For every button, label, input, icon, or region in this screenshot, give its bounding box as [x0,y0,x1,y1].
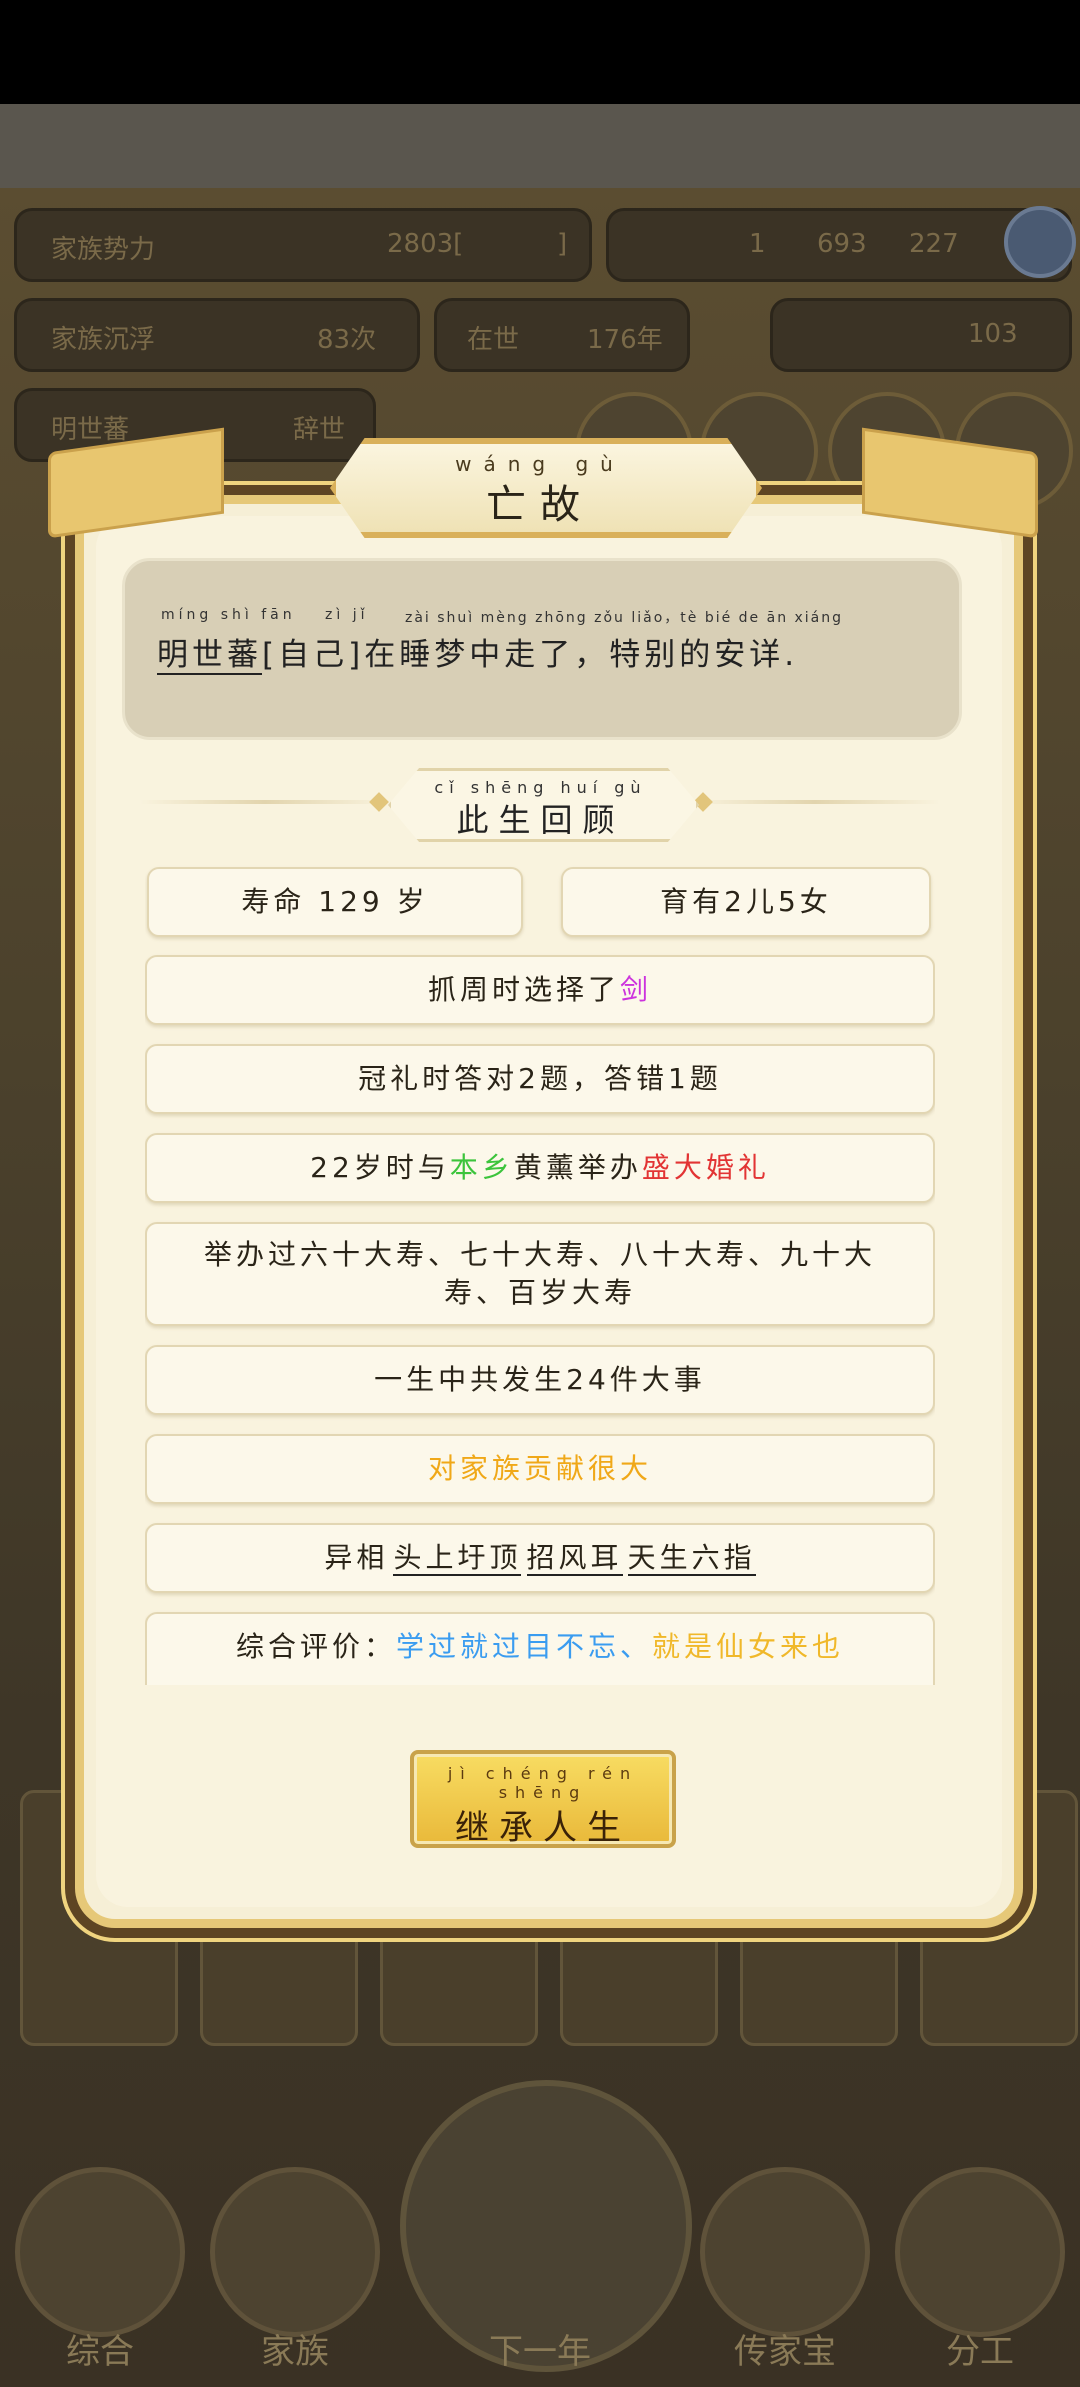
section-pinyin: cǐ shēng huí gù [434,778,647,797]
marriage-partner: 黄薰举办 [513,1151,642,1184]
family-power-value: 2803[ [387,229,464,259]
death-message: míng shì fān 明世蕃 zì jǐ [自己] zài shuì mèng z… [157,607,841,675]
bottom-dock: 综合 家族 下一年 传家宝 分工 [0,2087,1080,2387]
contribution-card: 对家族贡献很大 [145,1434,935,1504]
appearance-1: 头上圩顶 [393,1541,522,1576]
title-text: 亡故 [486,482,594,528]
family-power-label: 家族势力 [51,235,156,265]
death-relation: [自己] [262,637,365,673]
ingot-count: 103 [968,319,1018,349]
death-message-box: míng shì fān 明世蕃 zì jǐ [自己] zài shuì mèng z… [122,558,962,740]
status-bar [0,0,1080,104]
title-pinyin: wáng gù [455,452,625,476]
evaluation-card: 综合评价：学过就过目不忘、就是仙女来也 [145,1612,935,1685]
family-power-panel: 家族势力 2803[ ] [14,208,592,282]
family-generation-value: 83次 [317,325,377,355]
dock-item-overview[interactable]: 综合 [10,2167,190,2372]
death-name[interactable]: 明世蕃 [157,637,262,675]
era-value: 176年 [587,325,663,355]
dock-item-division[interactable]: 分工 [890,2167,1070,2372]
appearance-3: 天生六指 [627,1541,756,1576]
continue-pinyin: jì chéng rén shēng [447,1764,639,1802]
ingot-panel: 103 [770,298,1072,372]
zhuazhou-card: 抓周时选择了剑 [145,955,935,1025]
death-rel-pinyin: zì jǐ [325,607,369,623]
gold-count-1: 1 [749,229,766,259]
ming-label: 明世蕃 [51,415,130,445]
continue-label: 继承人生 [455,1808,631,1848]
birthdays-text: 举办过六十大寿、七十大寿、八十大寿、九十大寿、百岁大寿 [203,1238,876,1309]
zhuazhou-text: 抓周时选择了 [427,973,620,1006]
death-name-pinyin: míng shì fān [161,607,296,623]
section-divider-right [690,800,940,804]
contribution-text: 对家族贡献很大 [427,1452,652,1485]
evaluation-2: 就是仙女来也 [652,1630,845,1663]
marriage-place: 本乡 [449,1151,514,1184]
events-text: 一生中共发生24件大事 [374,1363,706,1396]
children-card: 育有2儿5女 [561,867,931,937]
era-label: 在世 [467,325,520,355]
death-rest-pinyin: zài shuì mèng zhōng zǒu liǎo，tè bié de ā… [405,610,844,626]
continue-life-button[interactable]: jì chéng rén shēng 继承人生 [410,1750,676,1848]
family-power-tag: ] [557,229,568,259]
evaluation-1: 学过就过目不忘、 [395,1630,652,1663]
lifespan-card: 寿命 129 岁 [147,867,523,937]
help-icon[interactable] [1004,206,1076,278]
guanli-text: 冠礼时答对2题，答错1题 [358,1062,722,1095]
evaluation-prefix: 综合评价： [235,1630,396,1663]
life-review-list[interactable]: 寿命 129 岁 育有2儿5女 抓周时选择了剑 冠礼时答对2题，答错1题 22岁… [145,865,935,1685]
top-strip [0,104,1080,188]
section-title: 此生回顾 [456,801,625,839]
guanli-card: 冠礼时答对2题，答错1题 [145,1044,935,1114]
lifespan-text: 寿命 129 岁 [241,885,429,918]
events-card: 一生中共发生24件大事 [145,1345,935,1415]
dialog-title: wáng gù 亡故 [330,440,750,528]
appearance-card: 异相 头上圩顶 招风耳 天生六指 [145,1523,935,1593]
children-text: 育有2儿5女 [660,885,832,918]
dock-item-next-year[interactable]: 下一年 [450,2167,630,2372]
section-heading: cǐ shēng huí gù 此生回顾 [388,770,693,841]
gold-count-2: 693 [817,229,867,259]
dock-item-family[interactable]: 家族 [205,2167,385,2372]
marriage-event: 盛大婚礼 [641,1151,770,1184]
era-panel: 在世 176年 [434,298,690,372]
death-rest: 在睡梦中走了，特别的安详. [364,637,799,673]
family-generation-panel: 家族沉浮 83次 [14,298,420,372]
appearance-2: 招风耳 [526,1541,623,1576]
marriage-card: 22岁时与本乡黄薰举办盛大婚礼 [145,1133,935,1203]
section-divider-left [140,800,390,804]
family-generation-label: 家族沉浮 [51,325,156,355]
birthdays-card: 举办过六十大寿、七十大寿、八十大寿、九十大寿、百岁大寿 [145,1222,935,1326]
dock-item-heirloom[interactable]: 传家宝 [695,2167,875,2372]
currency-panel: 1 693 227 [606,208,1072,282]
appearance-prefix: 异相 [324,1541,389,1574]
silver-count: 227 [909,229,959,259]
zhuazhou-item: 剑 [620,973,653,1006]
marriage-prefix: 22岁时与 [310,1151,450,1184]
